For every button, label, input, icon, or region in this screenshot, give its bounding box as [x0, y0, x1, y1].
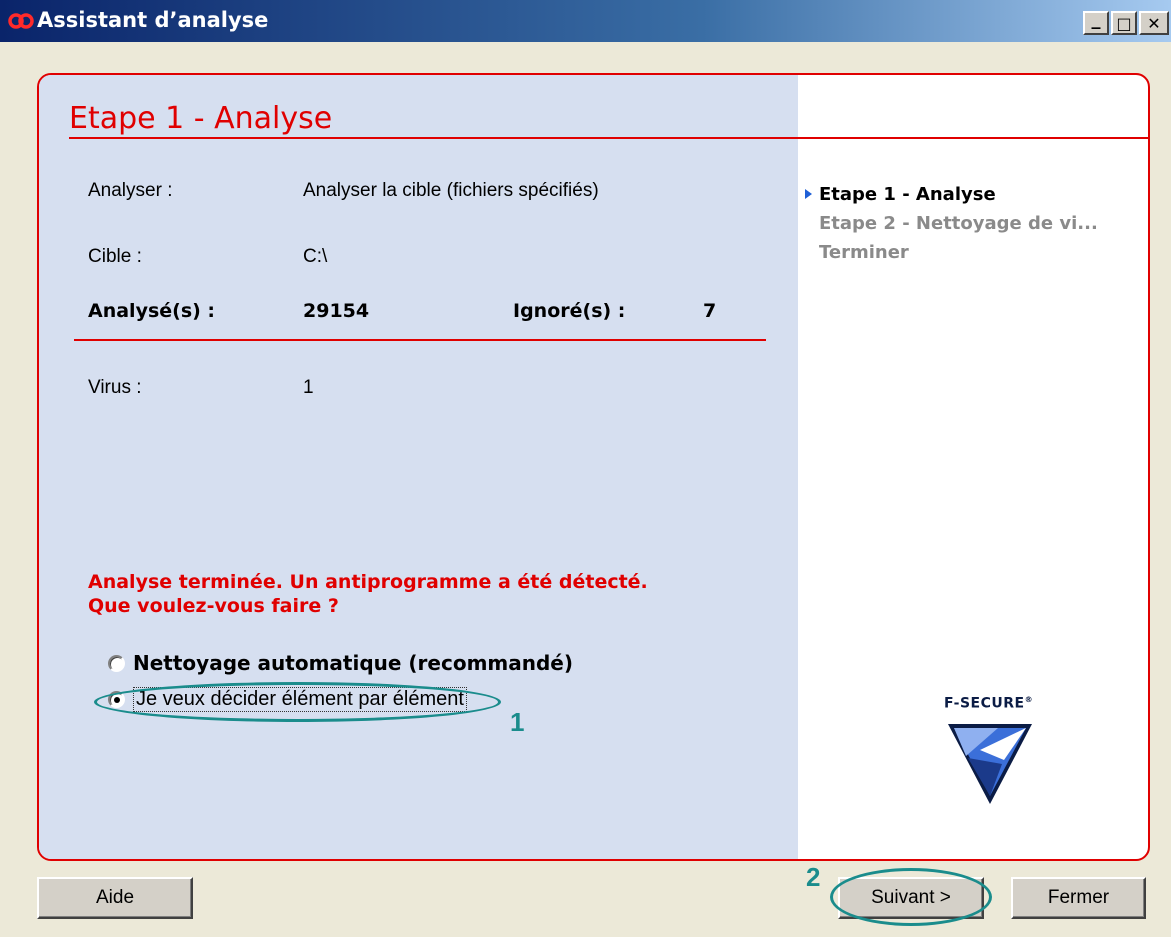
ignored-label: Ignoré(s) : [513, 300, 626, 322]
minimize-icon: _ [1091, 8, 1101, 30]
analyze-value: Analyser la cible (fichiers spécifiés) [303, 180, 599, 201]
target-label: Cible : [88, 246, 142, 267]
window-title: Assistant d’analyse [37, 8, 269, 32]
target-value: C:\ [303, 246, 328, 267]
manual-clean-label[interactable]: Je veux décider élément par élément [133, 687, 467, 712]
annotation-marker-1: 1 [510, 707, 525, 737]
f-secure-shield-logo [948, 723, 1032, 804]
title-divider [69, 137, 1148, 139]
step-nav-label: Etape 1 - Analyse [819, 184, 996, 205]
radio-selected-dot [113, 696, 120, 703]
close-button-label: Fermer [1047, 887, 1110, 908]
manual-clean-option[interactable]: Je veux décider élément par élément [108, 687, 467, 712]
f-secure-app-icon [8, 13, 34, 29]
logo-trademark: ® [1024, 695, 1034, 704]
alert-line-1: Analyse terminée. Un antiprogramme a été… [88, 571, 648, 593]
next-button[interactable]: Suivant > [838, 877, 984, 919]
minimize-button[interactable]: _ [1083, 8, 1109, 35]
wizard-frame: Etape 1 - Analyse Analyser : Analyser la… [37, 73, 1150, 861]
close-button[interactable]: Fermer [1011, 877, 1146, 919]
maximize-button[interactable]: □ [1111, 11, 1137, 35]
step-nav-item-finish: Terminer [819, 238, 1098, 267]
logo-text: F-SECURE® [944, 695, 1044, 712]
manual-clean-radio[interactable] [108, 691, 125, 708]
stats-divider [74, 339, 766, 341]
scanned-count: 29154 [303, 300, 370, 322]
steps-navigation: Etape 1 - Analyse Etape 2 - Nettoyage de… [805, 180, 1098, 267]
page-title: Etape 1 - Analyse [69, 101, 333, 136]
close-icon: ✕ [1147, 13, 1161, 33]
auto-clean-option[interactable]: Nettoyage automatique (recommandé) [108, 651, 573, 675]
auto-clean-label[interactable]: Nettoyage automatique (recommandé) [133, 651, 573, 675]
auto-clean-radio[interactable] [108, 654, 125, 672]
alert-line-2: Que voulez-vous faire ? [88, 595, 339, 617]
step-nav-item-analyse: Etape 1 - Analyse [805, 180, 1098, 209]
virus-count: 1 [303, 377, 314, 398]
maximize-icon: □ [1116, 13, 1132, 33]
close-window-button[interactable]: ✕ [1139, 11, 1169, 35]
ignored-count: 7 [703, 300, 717, 322]
analyze-label: Analyser : [88, 180, 173, 201]
step-nav-item-cleaning: Etape 2 - Nettoyage de vi... [819, 209, 1098, 238]
scanned-label: Analysé(s) : [88, 300, 216, 322]
annotation-marker-2: 2 [806, 862, 821, 892]
step-nav-label: Etape 2 - Nettoyage de vi... [819, 213, 1098, 234]
scan-complete-message: Analyse terminée. Un antiprogramme a été… [88, 570, 648, 618]
virus-label: Virus : [88, 377, 142, 398]
f-secure-logo: F-SECURE® [944, 695, 1044, 808]
step-nav-label: Terminer [819, 242, 909, 263]
title-bar: Assistant d’analyse _ □ ✕ [0, 0, 1171, 42]
help-button[interactable]: Aide [37, 877, 193, 919]
logo-name: F-SECURE [944, 695, 1025, 712]
triangle-right-icon [805, 189, 812, 199]
